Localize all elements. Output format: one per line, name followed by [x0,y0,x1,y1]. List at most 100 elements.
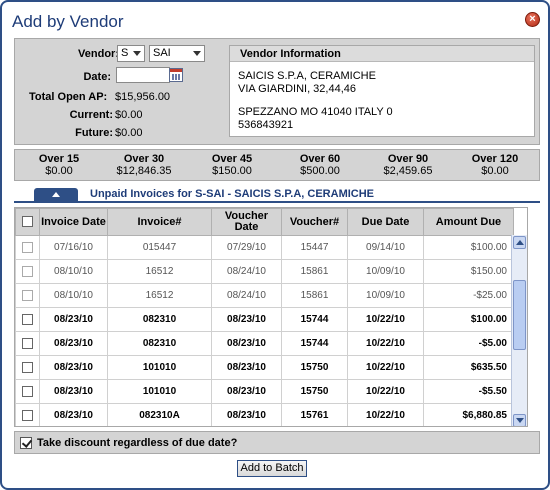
scroll-down-button[interactable] [513,414,526,426]
row-checkbox[interactable] [22,361,33,373]
chevron-down-icon [516,418,524,423]
column-header[interactable]: Invoice# [107,208,212,236]
table-header-row: Invoice Date Invoice# Voucher Date Vouch… [15,208,514,236]
table-cell-voucher: 15861 [281,283,348,308]
table-cell-voucher: 15861 [281,259,348,284]
select-all-checkbox[interactable] [22,216,33,228]
aging-bucket-value: $2,459.65 [383,165,433,177]
invoices-table-body: 07/16/10 015447 07/29/10 15447 09/14/10 $100.… [15,235,514,426]
table-cell-voucher: 15744 [281,331,348,356]
row-checkbox[interactable] [22,289,33,301]
table-cell-invoice: 16512 [107,283,212,308]
vendor-type-select[interactable]: S [117,45,145,62]
close-icon[interactable]: × [525,12,540,27]
row-checkbox[interactable] [22,385,33,397]
row-checkbox[interactable] [22,313,33,325]
vendor-label: Vendor: [78,48,119,60]
chevron-down-icon [193,51,201,56]
table-cell-invoice: 015447 [107,235,212,260]
table-cell-amount: $100.00 [423,307,514,332]
take-discount-label: Take discount regardless of due date? [37,437,238,449]
table-cell-invoice-date: 08/23/10 [39,379,108,404]
aging-bucket-value: $150.00 [212,165,252,177]
table-cell-due-date: 10/22/10 [347,403,424,426]
collapse-section-button[interactable] [34,188,78,201]
table-cell-amount: -$5.00 [423,331,514,356]
table-cell-voucher-date: 08/23/10 [211,331,282,356]
future-label: Future: [75,127,113,139]
table-cell-invoice: 101010 [107,355,212,380]
aging-bucket: Over 15 $0.00 [19,153,99,177]
date-label: Date: [83,71,111,83]
total-open-ap-label: Total Open AP: [29,91,108,103]
aging-summary: Over 15 $0.00 Over 30 $12,846.35 Over 45… [14,149,540,181]
current-label: Current: [69,109,113,121]
table-cell-voucher: 15744 [281,307,348,332]
column-header[interactable]: Due Date [347,208,424,236]
take-discount-checkbox[interactable] [20,437,32,449]
table-row[interactable]: 08/10/10 16512 08/24/10 15861 10/09/10 $150.0… [15,259,514,284]
table-row[interactable]: 08/23/10 082310A 08/23/10 15761 10/22/10 $6,8… [15,403,514,426]
table-cell-invoice: 082310 [107,307,212,332]
aging-bucket-label: Over 120 [471,153,519,165]
aging-bucket-value: $500.00 [300,165,340,177]
chevron-up-icon [52,192,60,197]
chevron-down-icon [133,51,141,56]
table-cell-invoice: 16512 [107,259,212,284]
table-cell-amount: -$25.00 [423,283,514,308]
current-value: $0.00 [115,109,143,121]
scroll-up-button[interactable] [513,236,526,249]
aging-bucket: Over 30 $12,846.35 [104,153,184,177]
table-cell-due-date: 10/09/10 [347,259,424,284]
table-cell-voucher: 15761 [281,403,348,426]
table-row[interactable]: 08/10/10 16512 08/24/10 15861 10/09/10 -$25.0… [15,283,514,308]
row-select-cell [15,307,40,332]
column-header[interactable]: Voucher# [281,208,348,236]
vendor-code-select[interactable]: SAI [149,45,205,62]
vertical-scrollbar[interactable] [511,235,527,426]
table-cell-invoice-date: 08/23/10 [39,355,108,380]
chevron-up-icon [516,240,524,245]
table-cell-due-date: 09/14/10 [347,235,424,260]
aging-bucket-value: $0.00 [45,165,73,177]
column-header[interactable]: Amount Due [423,208,514,236]
select-all-cell [15,208,40,236]
table-row[interactable]: 08/23/10 101010 08/23/10 15750 10/22/10 -$5.5… [15,379,514,404]
table-cell-amount: $6,880.85 [423,403,514,426]
date-field[interactable] [116,67,170,83]
table-cell-due-date: 10/22/10 [347,379,424,404]
row-checkbox[interactable] [22,337,33,349]
column-header[interactable]: Voucher Date [211,208,282,236]
table-cell-invoice-date: 07/16/10 [39,235,108,260]
invoices-table: Invoice Date Invoice# Voucher Date Vouch… [15,208,514,426]
table-cell-voucher: 15447 [281,235,348,260]
table-cell-voucher-date: 08/24/10 [211,259,282,284]
row-select-cell [15,259,40,284]
vendor-code-value: SAI [153,47,171,59]
unpaid-invoices-header: Unpaid Invoices for S-SAI - SAICIS S.P.A… [14,185,540,203]
vendor-panel: Vendor: S SAI Date: Total Open AP: $15,9… [14,38,540,145]
table-cell-voucher-date: 08/23/10 [211,379,282,404]
table-cell-invoice-date: 08/23/10 [39,307,108,332]
add-to-batch-button[interactable]: Add to Batch [237,460,307,477]
table-cell-invoice-date: 08/23/10 [39,331,108,356]
column-header[interactable]: Invoice Date [39,208,108,236]
table-cell-voucher-date: 08/23/10 [211,355,282,380]
row-checkbox[interactable] [22,241,33,253]
table-row[interactable]: 08/23/10 101010 08/23/10 15750 10/22/10 $635.… [15,355,514,380]
total-open-ap-value: $15,956.00 [115,91,171,103]
table-row[interactable]: 07/16/10 015447 07/29/10 15447 09/14/10 $100.… [15,235,514,260]
row-checkbox[interactable] [22,409,33,421]
table-cell-voucher: 15750 [281,379,348,404]
row-select-cell [15,331,40,356]
calendar-icon[interactable] [169,68,183,82]
row-checkbox[interactable] [22,265,33,277]
table-row[interactable]: 08/23/10 082310 08/23/10 15744 10/22/10 $100.… [15,307,514,332]
table-cell-invoice: 101010 [107,379,212,404]
section-title: Unpaid Invoices for S-SAI - SAICIS S.P.A… [90,188,375,200]
section-divider [14,201,540,203]
aging-bucket: Over 120 $0.00 [455,153,535,177]
table-row[interactable]: 08/23/10 082310 08/23/10 15744 10/22/10 -$5.0… [15,331,514,356]
scroll-thumb[interactable] [513,280,526,350]
table-cell-invoice-date: 08/10/10 [39,283,108,308]
